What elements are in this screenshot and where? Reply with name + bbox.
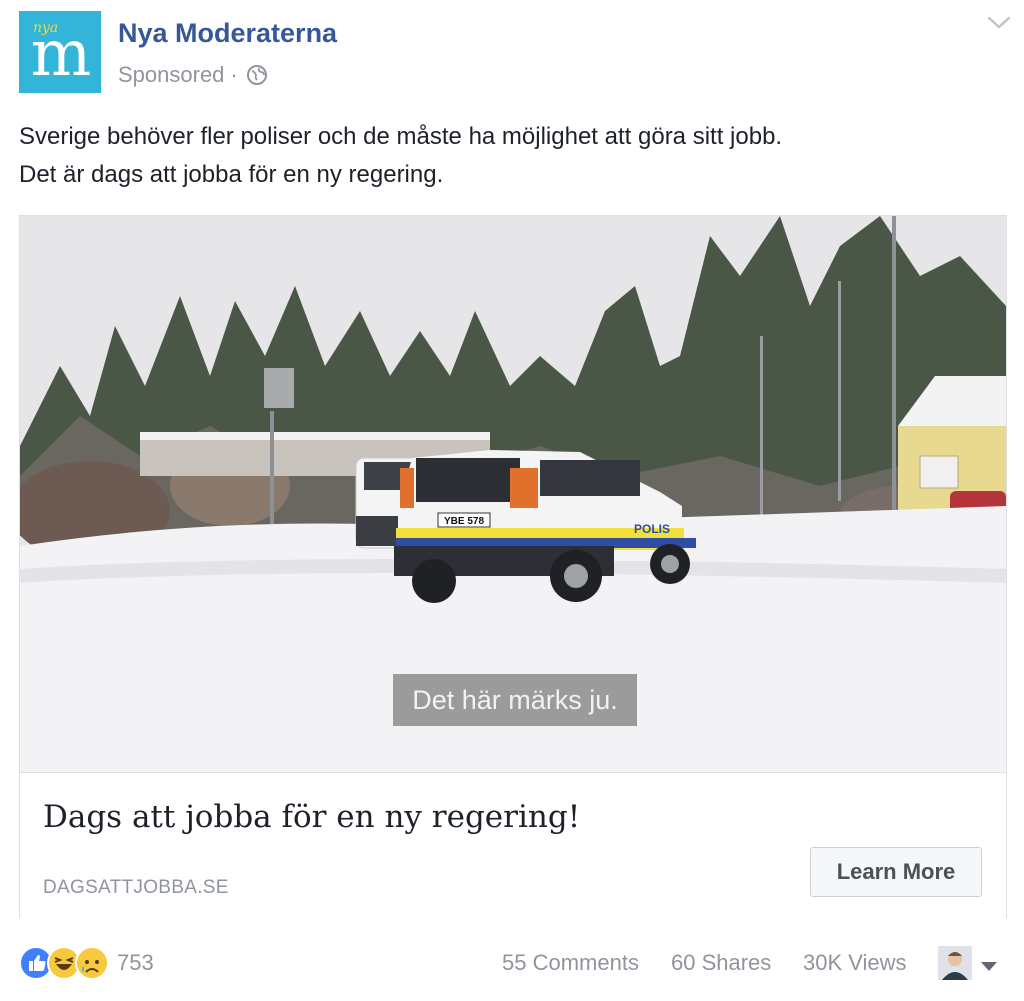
link-preview[interactable]: Dags att jobba för en ny regering! DAGSA… <box>20 772 1006 918</box>
post-message-line: Det är dags att jobba för en ny regering… <box>19 161 444 188</box>
page-name-link[interactable]: Nya Moderaterna <box>118 18 337 49</box>
reactions-summary[interactable]: 753 <box>19 946 154 980</box>
video-caption: Det här märks ju. <box>393 674 637 726</box>
comments-count[interactable]: 55 Comments <box>502 950 639 976</box>
logo-tagline: nya <box>33 20 59 36</box>
globe-icon <box>246 65 267 85</box>
post-message: Sverige behöver fler poliser och de måst… <box>19 118 1009 194</box>
caret-down-icon[interactable] <box>980 960 998 972</box>
sponsored-label[interactable]: Sponsored <box>118 62 224 88</box>
learn-more-button[interactable]: Learn More <box>810 847 982 897</box>
license-plate: YBE 578 <box>444 516 484 527</box>
views-count[interactable]: 30K Views <box>803 950 907 976</box>
chevron-down-icon[interactable] <box>986 14 1012 32</box>
link-title[interactable]: Dags att jobba för en ny regering! <box>43 799 580 835</box>
shares-count[interactable]: 60 Shares <box>671 950 771 976</box>
page-avatar[interactable]: nya m <box>19 11 101 93</box>
police-text: POLIS <box>634 522 670 536</box>
post-header: nya m Nya Moderaterna Sponsored · <box>0 0 1024 110</box>
sad-icon <box>75 946 109 980</box>
post-message-line: Sverige behöver fler poliser och de måst… <box>19 123 783 150</box>
post-footer: 753 55 Comments 60 Shares 30K Views <box>0 930 1024 1001</box>
link-domain: DAGSATTJOBBA.SE <box>43 877 229 898</box>
avatar[interactable] <box>938 946 972 980</box>
post-meta: Sponsored · <box>118 62 268 88</box>
link-card: YBE 578 POLIS Det här märks ju. Dags att… <box>19 215 1007 918</box>
reaction-count: 753 <box>117 950 154 975</box>
meta-separator: · <box>230 62 238 87</box>
video-player[interactable]: YBE 578 POLIS Det här märks ju. <box>20 216 1006 772</box>
